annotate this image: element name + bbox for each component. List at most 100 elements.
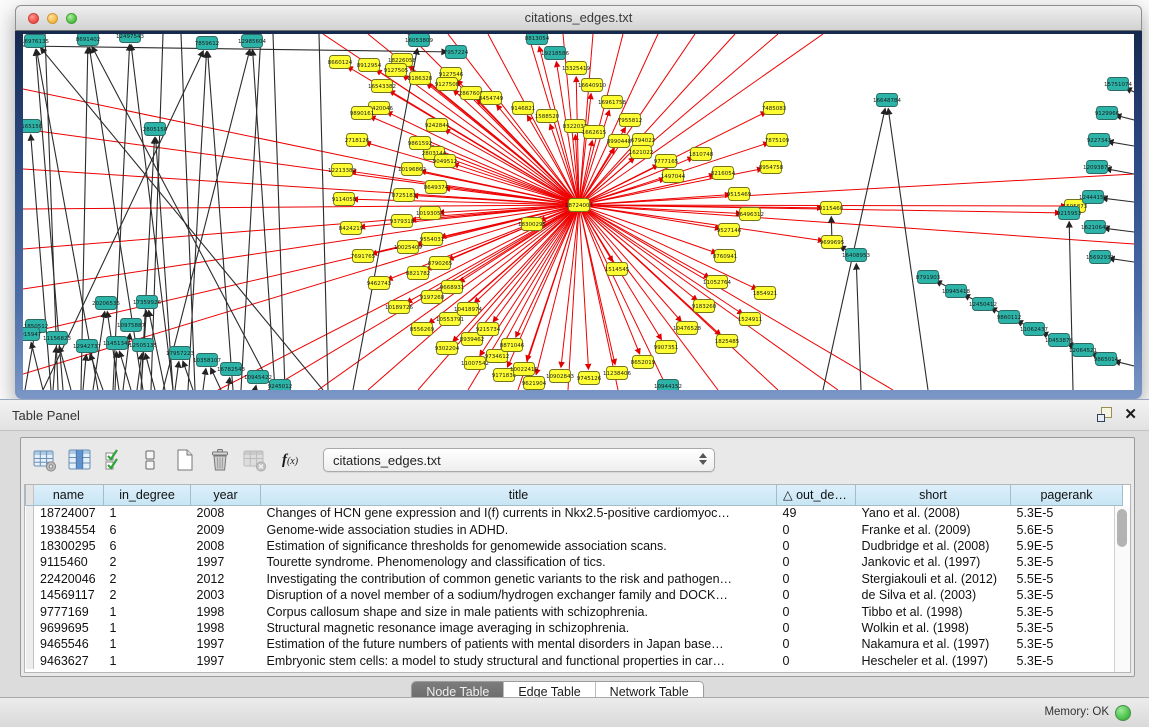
graph-node[interactable]: 11156823 [43,332,71,345]
column-header[interactable]: pagerank [1011,485,1123,505]
graph-node[interactable]: 7957224 [444,46,469,59]
graph-node[interactable]: 7691765 [351,250,376,263]
graph-node[interactable]: 20206535 [92,297,120,310]
graph-node[interactable]: 16976135 [23,35,49,48]
graph-node[interactable]: 9114058 [332,193,357,206]
graph-node[interactable]: 9890161 [350,107,375,120]
function-builder-icon[interactable]: f(x) [276,446,304,474]
graph-node[interactable]: 10193057 [416,207,444,220]
graph-node[interactable]: 9621904 [522,377,547,390]
graph-node[interactable]: 1854921 [753,287,778,300]
graph-node[interactable]: 1810748 [689,148,714,161]
graph-node[interactable]: 16543382 [368,80,396,93]
rows-icon[interactable] [136,446,164,474]
close-panel-icon[interactable]: ✕ [1124,407,1137,422]
import-table-icon[interactable] [241,446,269,474]
graph-node[interactable]: 8821782 [406,267,431,280]
graph-node[interactable]: 12064521 [1069,344,1097,357]
graph-node[interactable]: 19218586 [541,47,569,60]
graph-node[interactable]: 9777165 [654,155,679,168]
graph-node[interactable]: 16053809 [405,34,433,47]
graph-node[interactable]: 9115460 [819,202,844,215]
graph-node[interactable]: 8691402 [76,34,101,46]
column-header[interactable]: year [191,485,261,505]
graph-node[interactable]: 9127508 [435,78,460,91]
graph-node[interactable]: 10975887 [117,319,145,332]
graph-node[interactable]: 8725183 [392,189,417,202]
graph-node[interactable]: 13325419 [562,62,590,75]
graph-node[interactable]: 12497543 [116,34,144,43]
graph-node[interactable]: 10945422 [244,371,272,384]
graph-node[interactable]: 10025409 [394,241,422,254]
graph-node[interactable]: 2718126 [345,134,370,147]
graph-node[interactable]: 10453876 [1045,334,1073,347]
graph-node[interactable]: 9865014 [1094,353,1119,366]
graph-node[interactable]: 8649374 [424,181,449,194]
window-titlebar[interactable]: citations_edges.txt [15,5,1142,31]
graph-node[interactable]: 9302204 [435,342,460,355]
graph-node[interactable]: 8954758 [759,161,784,174]
graph-node[interactable]: 9907351 [654,341,679,354]
graph-node[interactable]: 9379318 [390,215,415,228]
graph-node[interactable]: 9242844 [425,119,450,132]
graph-node[interactable]: 15692931 [1086,251,1114,264]
graph-node[interactable]: 1497044 [661,170,686,183]
graph-node[interactable]: 9699695 [820,236,845,249]
graph-node[interactable]: 9215953 [1057,207,1082,220]
graph-node[interactable]: 9129966 [1095,107,1120,120]
graph-node[interactable]: 10476528 [673,322,701,335]
graph-node[interactable]: 17359926 [133,296,161,309]
graph-node[interactable]: 7859612 [195,37,220,50]
graph-node[interactable]: 16496312 [736,208,764,221]
scrollbar-thumb[interactable] [1117,509,1127,547]
float-panel-icon[interactable] [1097,407,1112,422]
graph-node[interactable]: 8760941 [713,250,738,263]
table-row[interactable]: 1830029562008Estimation of significance … [26,538,1123,554]
column-header[interactable]: short [856,485,1011,505]
graph-node[interactable]: 16210643 [1081,221,1109,234]
graph-node[interactable]: 1662615 [582,126,607,139]
column-header[interactable]: △ out_de… [777,485,856,505]
table-row[interactable]: 1872400712008Changes of HCN gene express… [26,505,1123,521]
graph-node[interactable]: 16782543 [217,363,245,376]
graph-node[interactable]: 12505135 [129,339,157,352]
graph-node[interactable]: 1514545 [605,263,630,276]
graph-node[interactable]: 8556269 [410,323,435,336]
table-row[interactable]: 2242004622012Investigating the contribut… [26,571,1123,587]
graph-node[interactable]: 12942737 [73,340,101,353]
table-row[interactable]: 977716911998Corpus callosum shape and si… [26,603,1123,619]
graph-node[interactable]: 8424219 [339,222,364,235]
graph-node[interactable]: 15751074 [1104,78,1132,91]
network-canvas[interactable]: 1872400718300295866012489129541822605891… [23,34,1134,390]
network-graph[interactable]: 1872400718300295866012489129541822605891… [23,34,1134,390]
graph-node[interactable]: 12985604 [238,35,266,48]
graph-node[interactable]: 1588520 [535,110,560,123]
graph-node[interactable]: 12093872 [1083,161,1111,174]
graph-node[interactable]: 9049512 [433,155,458,168]
table-row[interactable]: 1456911722003Disruption of a novel membe… [26,587,1123,603]
graph-node[interactable]: 11451341 [103,337,131,350]
graph-node[interactable]: 16640910 [578,79,606,92]
graph-node[interactable]: 8790265 [428,257,453,270]
graph-node[interactable]: 18300295 [518,218,546,231]
graph-node[interactable]: 1524911 [738,313,763,326]
graph-node[interactable]: 10944152 [654,380,682,391]
graph-node[interactable]: 9227343 [1087,134,1112,147]
graph-node[interactable]: 7875109 [765,134,790,147]
graph-node[interactable]: 7955812 [618,114,643,127]
graph-node[interactable]: 9668931 [440,281,465,294]
graph-node[interactable]: 1621022 [629,146,654,159]
column-view-icon[interactable] [66,446,94,474]
table-row[interactable]: 969969511998Structural magnetic resonanc… [26,620,1123,636]
graph-node[interactable]: 12444159 [1079,191,1107,204]
graph-node[interactable]: 10358107 [193,354,221,367]
table-settings-icon[interactable] [31,446,59,474]
graph-node[interactable]: 9215734 [476,323,501,336]
graph-node[interactable]: 8652019 [631,356,656,369]
graph-node[interactable]: 2805150 [143,123,168,136]
graph-node[interactable]: 10945418 [942,285,970,298]
graph-node[interactable]: 8990448 [607,135,632,148]
column-header[interactable]: name [34,485,104,505]
graph-node[interactable]: 9462743 [367,277,392,290]
graph-node[interactable]: 10902843 [546,370,574,383]
